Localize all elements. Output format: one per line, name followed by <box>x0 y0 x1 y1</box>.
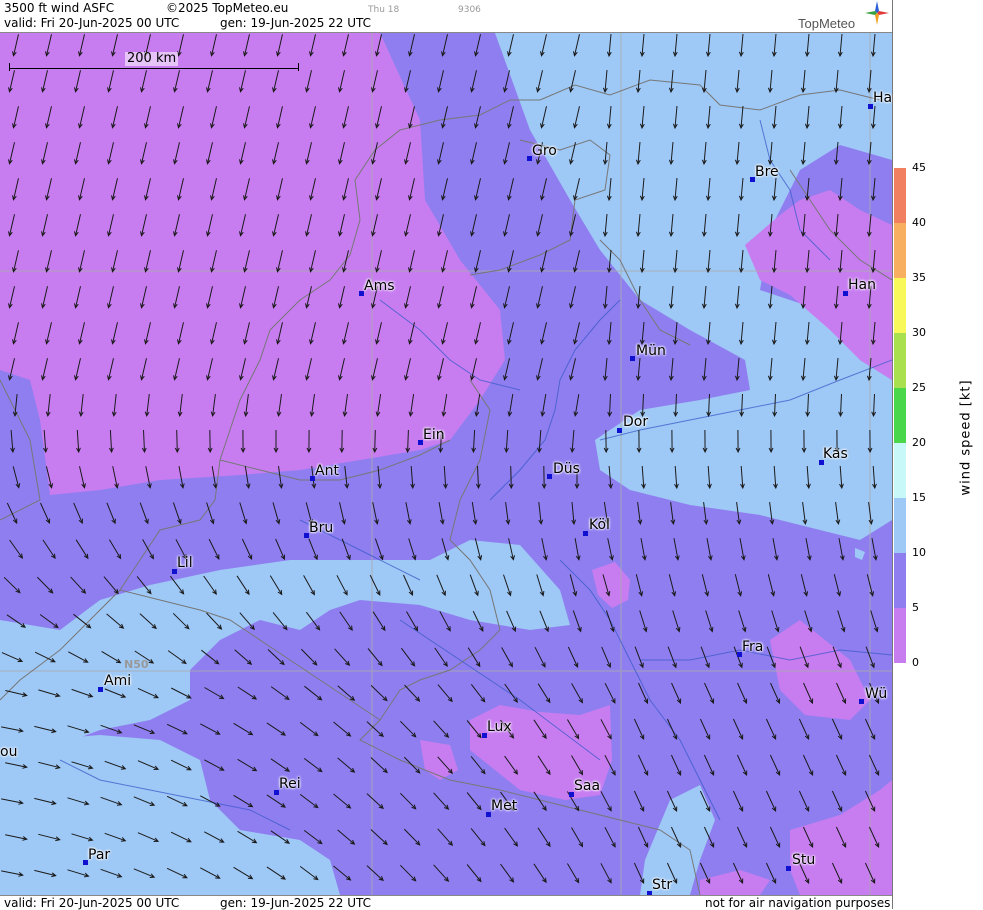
city-label[interactable]: Met <box>491 798 517 814</box>
city-label[interactable]: Bru <box>309 520 333 536</box>
run-day: Thu 18 <box>368 5 400 15</box>
city-label[interactable]: Ein <box>423 427 445 443</box>
colorbar-tick: 5 <box>912 601 919 614</box>
panel-divider <box>892 0 893 909</box>
colorbar-segment-15-20 <box>894 443 906 498</box>
copyright: ©2025 TopMeteo.eu <box>166 1 289 15</box>
city-marker <box>98 687 103 692</box>
footer-generated-time: gen: 19-Jun-2025 22 UTC <box>220 896 372 910</box>
colorbar-tick: 45 <box>912 161 926 174</box>
colorbar-segment-35-40 <box>894 223 906 278</box>
colorbar-label: wind speed [kt] <box>958 379 974 496</box>
city-marker <box>630 356 635 361</box>
city-label[interactable]: Wü <box>865 686 887 702</box>
generated-time: gen: 19-Jun-2025 22 UTC <box>220 16 372 30</box>
colorbar-tick: 15 <box>912 491 926 504</box>
footer-valid-time: valid: Fri 20-Jun-2025 00 UTC <box>4 896 180 910</box>
disclaimer: not for air navigation purposes <box>705 896 891 910</box>
city-label[interactable]: Düs <box>553 461 580 477</box>
city-label[interactable]: Ami <box>104 673 131 689</box>
colorbar-tick: 20 <box>912 436 926 449</box>
colorbar-tick: 35 <box>912 271 926 284</box>
colorbar-segment-25-30 <box>894 333 906 388</box>
city-label[interactable]: Saa <box>574 778 600 794</box>
city-label[interactable]: ou <box>0 744 17 760</box>
colorbar-segment-40-45 <box>894 168 906 223</box>
product-title: 3500 ft wind ASFC <box>4 1 115 15</box>
city-label[interactable]: Lux <box>487 719 512 735</box>
valid-time: valid: Fri 20-Jun-2025 00 UTC <box>4 16 180 30</box>
scale-bar <box>9 63 299 71</box>
city-label[interactable]: Fra <box>742 639 763 655</box>
city-label[interactable]: Lil <box>177 555 193 571</box>
city-label[interactable]: Dor <box>623 414 648 430</box>
wind-speed-colorbar <box>894 168 906 663</box>
grid-label-n50: N50 <box>124 658 149 671</box>
map-header: 3500 ft wind ASFC ©2025 TopMeteo.eu Thu … <box>0 0 892 33</box>
city-label[interactable]: Ha <box>873 90 892 106</box>
city-label[interactable]: Stu <box>792 852 815 868</box>
colorbar-segment-0-5 <box>894 608 906 663</box>
city-marker <box>786 866 791 871</box>
colorbar-tick: 10 <box>912 546 926 559</box>
map-footer: valid: Fri 20-Jun-2025 00 UTC gen: 19-Ju… <box>0 895 892 910</box>
city-marker <box>583 531 588 536</box>
colorbar-segment-5-10 <box>894 553 906 608</box>
colorbar-segment-20-25 <box>894 388 906 443</box>
city-label[interactable]: Ant <box>315 463 339 479</box>
city-label[interactable]: Köl <box>589 517 610 533</box>
compass-icon <box>864 0 890 26</box>
city-label[interactable]: Str <box>652 877 672 893</box>
city-label[interactable]: Gro <box>532 143 557 159</box>
colorbar-segment-10-15 <box>894 498 906 553</box>
city-label[interactable]: Ams <box>364 278 395 294</box>
scale-bar-label: 200 km <box>125 51 179 66</box>
colorbar-segment-30-35 <box>894 278 906 333</box>
run-code: 9306 <box>458 5 481 15</box>
city-marker <box>617 428 622 433</box>
city-label[interactable]: Bre <box>755 164 779 180</box>
city-label[interactable]: Han <box>848 277 876 293</box>
colorbar-tick: 25 <box>912 381 926 394</box>
city-label[interactable]: Mün <box>636 343 666 359</box>
city-label[interactable]: Par <box>88 847 110 863</box>
colorbar-tick: 40 <box>912 216 926 229</box>
wind-map[interactable]: 200 km N50 <box>0 33 892 895</box>
city-marker <box>547 474 552 479</box>
city-label[interactable]: Kas <box>823 446 848 462</box>
colorbar-tick: 0 <box>912 656 919 669</box>
city-marker <box>859 699 864 704</box>
city-label[interactable]: Rei <box>279 776 301 792</box>
wind-field-svg <box>0 33 892 895</box>
colorbar-tick: 30 <box>912 326 926 339</box>
